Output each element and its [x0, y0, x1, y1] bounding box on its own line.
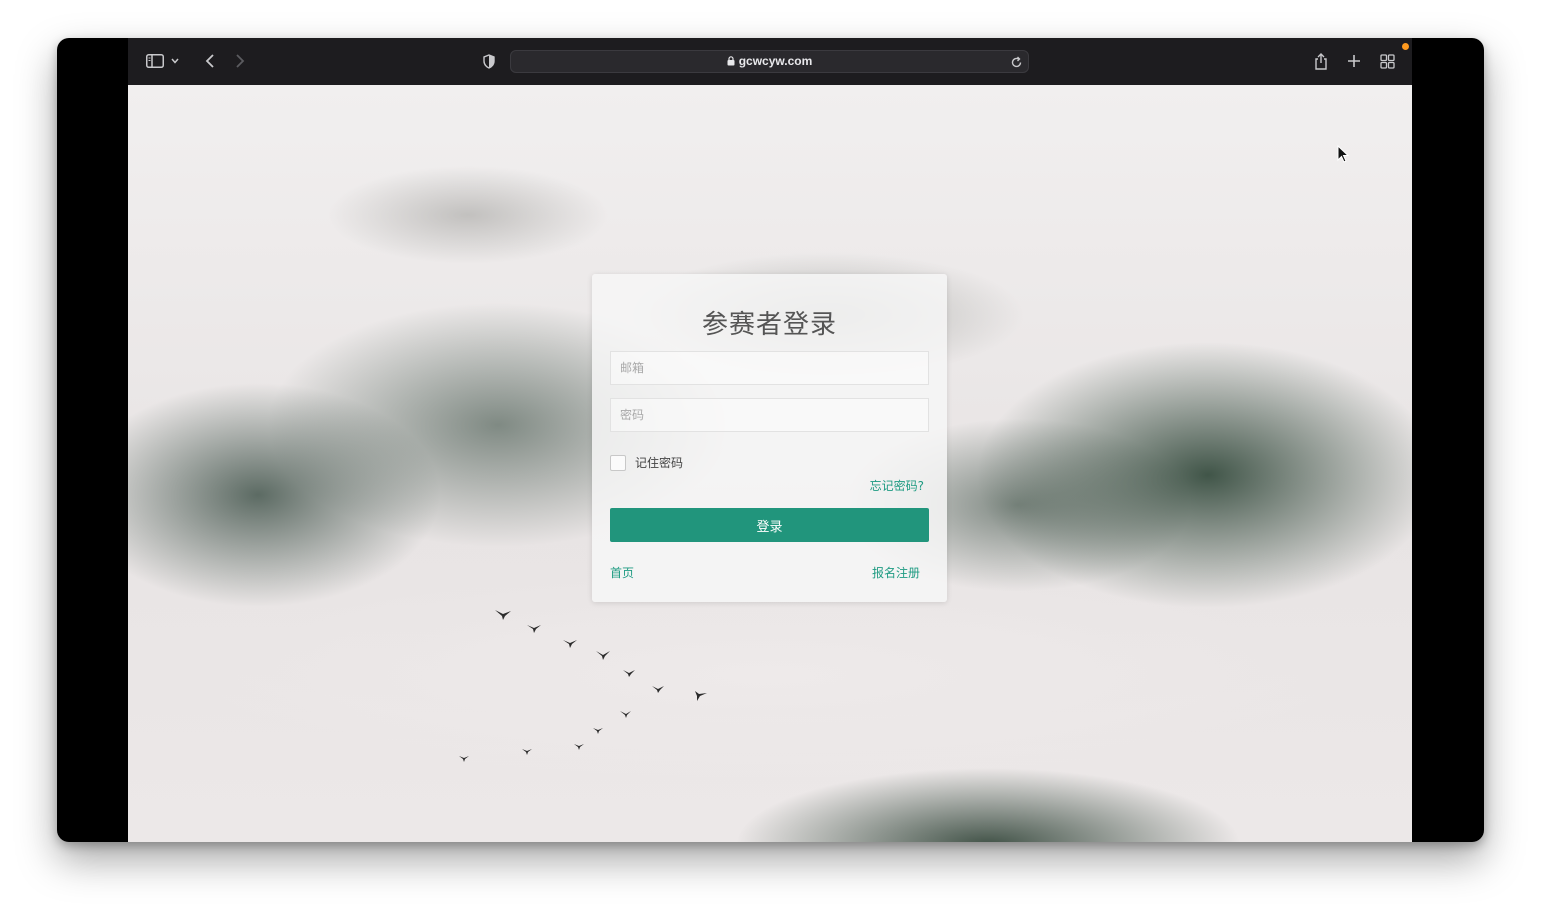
login-button[interactable]: 登录: [610, 508, 929, 542]
address-bar[interactable]: gcwcyw.com: [510, 50, 1029, 73]
password-field[interactable]: [610, 398, 929, 432]
reload-icon[interactable]: [1010, 54, 1023, 73]
email-field[interactable]: [610, 351, 929, 385]
sidebar-icon[interactable]: [144, 50, 166, 72]
chevron-down-icon[interactable]: [168, 50, 182, 72]
notification-dot: [1402, 43, 1409, 50]
register-link[interactable]: 报名注册: [872, 564, 920, 581]
forgot-password-link[interactable]: 忘记密码?: [870, 477, 924, 494]
remember-password[interactable]: 记住密码: [610, 454, 683, 471]
share-icon[interactable]: [1310, 50, 1332, 72]
remember-checkbox[interactable]: [610, 454, 626, 471]
forward-icon[interactable]: [229, 50, 251, 72]
browser-toolbar: gcwcyw.com: [128, 38, 1412, 85]
home-link[interactable]: 首页: [610, 564, 634, 581]
remember-label: 记住密码: [635, 456, 684, 470]
mouse-cursor-icon: [1337, 145, 1350, 163]
lock-icon: [727, 56, 735, 66]
new-tab-icon[interactable]: [1343, 50, 1365, 72]
tab-overview-icon[interactable]: [1376, 50, 1398, 72]
login-card: 参赛者登录 记住密码 忘记密码? 登录 首页 报名注册: [592, 274, 947, 602]
page-content: 参赛者登录 记住密码 忘记密码? 登录 首页 报名注册: [128, 85, 1412, 842]
url-text: gcwcyw.com: [738, 54, 813, 68]
browser-window: gcwcyw.com 参赛者登录 邮箱 记住密码 忘记密码? 登录 首页 报名注…: [57, 38, 1484, 842]
login-title: 参赛者登录: [701, 310, 837, 340]
privacy-shield-icon[interactable]: [478, 50, 500, 72]
back-icon[interactable]: [199, 50, 221, 72]
